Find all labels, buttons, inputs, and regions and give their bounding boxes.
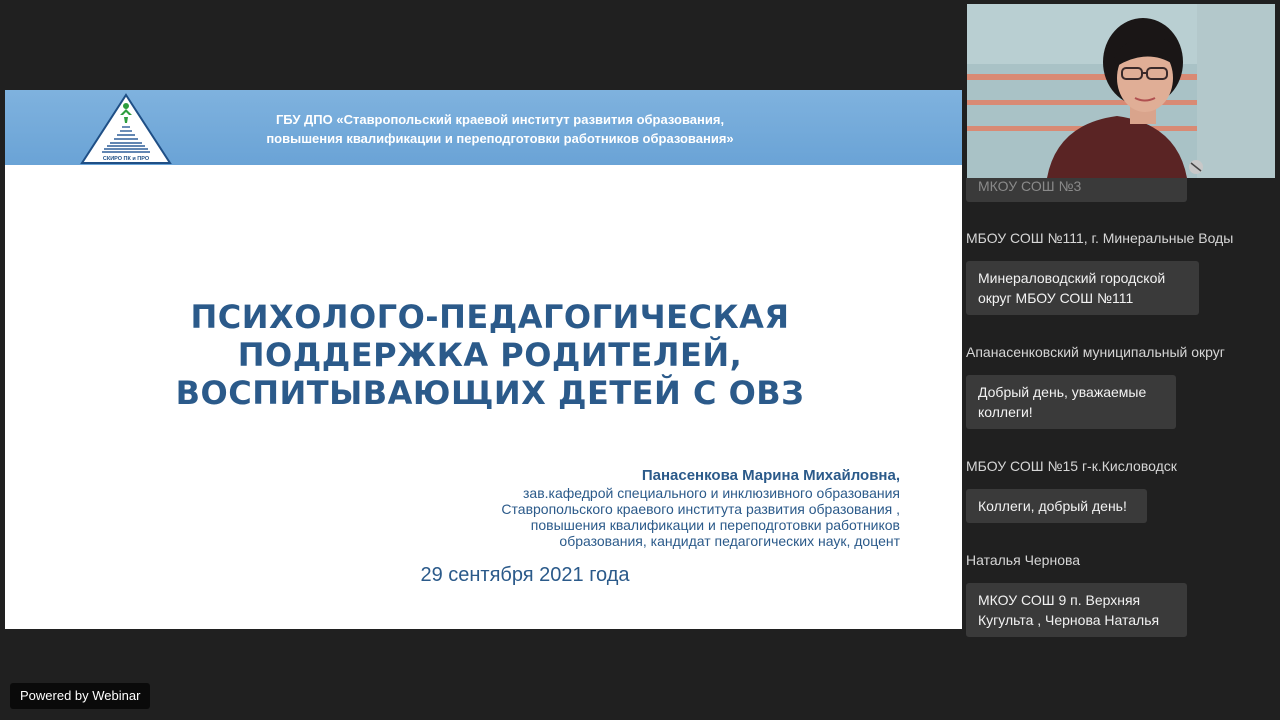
presentation-slide[interactable]: СКИРО ПК и ПРО ГБУ ДПО «Ставропольский к… xyxy=(5,90,962,629)
chat-message-text: МКОУ СОШ 9 п. Верхняя xyxy=(978,592,1141,608)
header-line-2: повышения квалификации и переподготовки … xyxy=(266,131,734,146)
logo-caption: СКИРО ПК и ПРО xyxy=(103,156,150,162)
title-line-3: ВОСПИТЫВАЮЩИХ ДЕТЕЙ С ОВЗ xyxy=(175,374,805,412)
speaker-video-frame xyxy=(967,4,1275,178)
institute-logo: СКИРО ПК и ПРО xyxy=(80,93,172,164)
chat-message-text: округ МБОУ СОШ №111 xyxy=(978,290,1134,306)
speaker-video[interactable] xyxy=(967,4,1275,178)
chat-message-bubble: Минераловодский городской округ МБОУ СОШ… xyxy=(966,261,1199,315)
chat-message-text: коллеги! xyxy=(978,404,1033,420)
author-role-line: Ставропольского краевого института разви… xyxy=(501,501,900,517)
title-line-2: ПОДДЕРЖКА РОДИТЕЛЕЙ, xyxy=(237,336,743,374)
chat-panel[interactable]: МКОУ СОШ №3 МБОУ СОШ №111, г. Минеральны… xyxy=(966,178,1276,658)
chat-message-text: Минераловодский городской xyxy=(978,270,1166,286)
chat-message-author: Апанасенковский муниципальный округ xyxy=(966,344,1225,360)
author-role-line: образования, кандидат педагогических нау… xyxy=(559,533,900,549)
powered-by-badge[interactable]: Powered by Webinar xyxy=(10,683,151,709)
chat-message-author: Наталья Чернова xyxy=(966,552,1081,568)
slide-date: 29 сентября 2021 года xyxy=(420,564,630,586)
webinar-room: СКИРО ПК и ПРО ГБУ ДПО «Ставропольский к… xyxy=(0,0,1280,720)
chat-message-bubble: МКОУ СОШ 9 п. Верхняя Кугульта , Чернова… xyxy=(966,583,1187,637)
slide-header: СКИРО ПК и ПРО ГБУ ДПО «Ставропольский к… xyxy=(5,90,962,165)
header-line-1: ГБУ ДПО «Ставропольский краевой институт… xyxy=(275,112,725,127)
chat-message-author: МБОУ СОШ №111, г. Минеральные Воды xyxy=(966,230,1234,246)
author-block: Панасенкова Марина Михайловна, зав.кафед… xyxy=(340,467,900,549)
slide-header-text: ГБУ ДПО «Ставропольский краевой институт… xyxy=(205,110,795,148)
chat-message-text: Кугульта , Чернова Наталья xyxy=(978,612,1160,628)
author-role-line: повышения квалификации и переподготовки … xyxy=(530,517,900,533)
chat-message-text: Коллеги, добрый день! xyxy=(978,498,1127,514)
chat-message-text: МКОУ СОШ №3 xyxy=(978,178,1082,194)
title-line-1: ПСИХОЛОГО-ПЕДАГОГИЧЕСКАЯ xyxy=(190,298,790,336)
author-role-line: зав.кафедрой специального и инклюзивного… xyxy=(523,485,900,501)
chat-message-author: МБОУ СОШ №15 г-к.Кисловодск xyxy=(966,458,1177,474)
chat-message-bubble: Коллеги, добрый день! xyxy=(966,489,1147,523)
chat-message-bubble: МКОУ СОШ №3 xyxy=(966,178,1187,202)
author-name: Панасенкова Марина Михайловна, xyxy=(641,467,900,484)
slide-title: ПСИХОЛОГО-ПЕДАГОГИЧЕСКАЯ ПОДДЕРЖКА РОДИТ… xyxy=(65,298,915,412)
chat-message-text: Добрый день, уважаемые xyxy=(978,384,1147,400)
chat-message-bubble: Добрый день, уважаемые коллеги! xyxy=(966,375,1176,429)
